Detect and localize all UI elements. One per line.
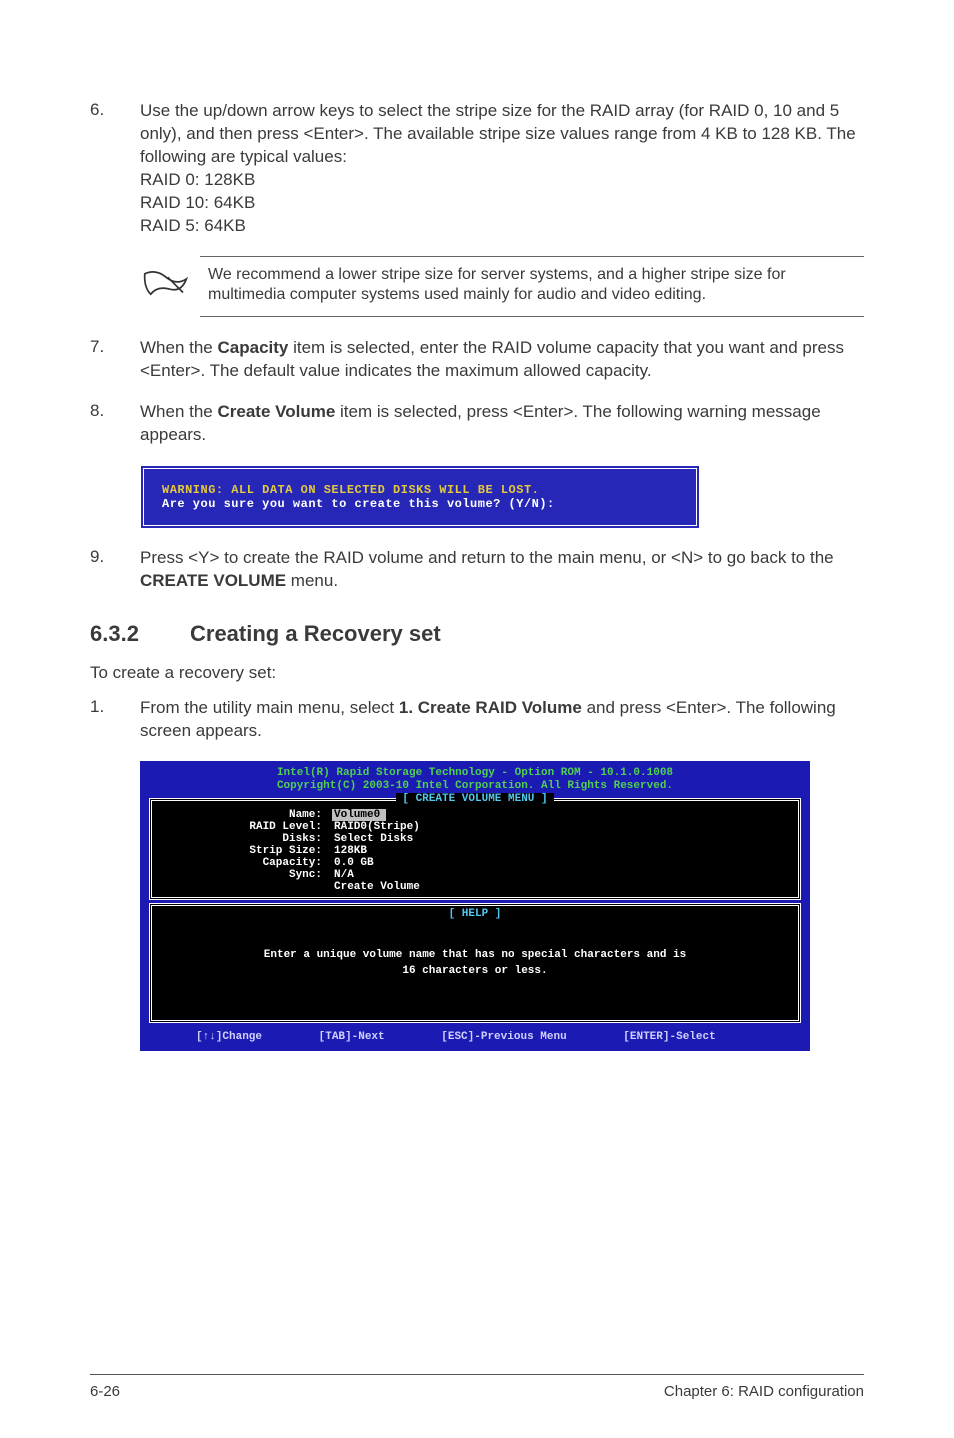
field-value: N/A: [332, 869, 354, 881]
action-label: Create Volume: [332, 881, 420, 893]
box-title: [ CREATE VOLUME MENU ]: [162, 793, 788, 805]
step-8: 8. When the Create Volume item is select…: [90, 401, 864, 447]
field-row: Name: Volume0: [162, 809, 788, 821]
step-body: Press <Y> to create the RAID volume and …: [140, 547, 864, 593]
step-9: 9. Press <Y> to create the RAID volume a…: [90, 547, 864, 593]
bios-title-line: Intel(R) Rapid Storage Technology - Opti…: [146, 767, 804, 781]
step-number: 7.: [90, 337, 140, 383]
field-value: 0.0 GB: [332, 857, 374, 869]
field-value: 128KB: [332, 845, 367, 857]
step-sub: RAID 5: 64KB: [140, 215, 864, 238]
step-body: When the Capacity item is selected, ente…: [140, 337, 864, 383]
field-value: RAID0(Stripe): [332, 821, 420, 833]
bios-footer: [↑↓]Change [TAB]-Next [ESC]-Previous Men…: [146, 1026, 804, 1045]
warning-dialog: WARNING: ALL DATA ON SELECTED DISKS WILL…: [140, 465, 864, 529]
field-row: Sync: N/A: [162, 869, 788, 881]
step-7: 7. When the Capacity item is selected, e…: [90, 337, 864, 383]
step-number: 8.: [90, 401, 140, 447]
page-footer: 6-26 Chapter 6: RAID configuration: [90, 1374, 864, 1400]
key-hint: [↑↓]Change: [196, 1031, 262, 1043]
help-text: Enter a unique volume name that has no s…: [162, 948, 788, 979]
warning-line: WARNING: ALL DATA ON SELECTED DISKS WILL…: [162, 483, 678, 497]
field-value: Volume0: [332, 809, 386, 821]
help-line: 16 characters or less.: [162, 964, 788, 979]
field-label: [162, 881, 332, 893]
key-hint: [ESC]-Previous Menu: [441, 1031, 566, 1043]
step-number: 1.: [90, 697, 140, 743]
text-bold: CREATE VOLUME: [140, 571, 286, 590]
text: From the utility main menu, select: [140, 698, 399, 717]
section-number: 6.3.2: [90, 621, 190, 647]
step-1: 1. From the utility main menu, select 1.…: [90, 697, 864, 743]
step-6: 6. Use the up/down arrow keys to select …: [90, 100, 864, 238]
key-hint: [ENTER]-Select: [623, 1031, 715, 1043]
text-bold: Create Volume: [218, 402, 336, 421]
bios-screen: Intel(R) Rapid Storage Technology - Opti…: [140, 761, 810, 1052]
text: menu.: [286, 571, 338, 590]
section-title: Creating a Recovery set: [190, 621, 441, 647]
field-row: Create Volume: [162, 881, 788, 893]
field-label: Strip Size:: [162, 845, 332, 857]
chapter-label: Chapter 6: RAID configuration: [664, 1383, 864, 1400]
step-number: 9.: [90, 547, 140, 593]
step-sub: RAID 0: 128KB: [140, 169, 864, 192]
text-bold: 1. Create RAID Volume: [399, 698, 582, 717]
field-row: Strip Size: 128KB: [162, 845, 788, 857]
box-title: [ HELP ]: [162, 908, 788, 920]
field-row: RAID Level: RAID0(Stripe): [162, 821, 788, 833]
field-label: Capacity:: [162, 857, 332, 869]
note-icon: [140, 267, 200, 306]
step-number: 6.: [90, 100, 140, 238]
text: When the: [140, 402, 218, 421]
note-block: We recommend a lower stripe size for ser…: [140, 256, 864, 318]
text: Press <Y> to create the RAID volume and …: [140, 548, 834, 567]
field-row: Capacity: 0.0 GB: [162, 857, 788, 869]
key-hint: [TAB]-Next: [319, 1031, 385, 1043]
step-text: Use the up/down arrow keys to select the…: [140, 100, 864, 169]
bios-screenshot: Intel(R) Rapid Storage Technology - Opti…: [140, 761, 864, 1052]
dialog-frame: WARNING: ALL DATA ON SELECTED DISKS WILL…: [140, 465, 700, 529]
bios-title-line: Copyright(C) 2003-10 Intel Corporation. …: [146, 780, 804, 794]
step-body: When the Create Volume item is selected,…: [140, 401, 864, 447]
bios-title: Intel(R) Rapid Storage Technology - Opti…: [146, 767, 804, 795]
section-heading: 6.3.2 Creating a Recovery set: [90, 621, 864, 647]
prompt-line: Are you sure you want to create this vol…: [162, 497, 678, 511]
create-volume-box: [ CREATE VOLUME MENU ] Name: Volume0 RAI…: [149, 798, 801, 900]
note-text: We recommend a lower stripe size for ser…: [200, 256, 864, 318]
step-sub: RAID 10: 64KB: [140, 192, 864, 215]
step-body: From the utility main menu, select 1. Cr…: [140, 697, 864, 743]
field-row: Disks: Select Disks: [162, 833, 788, 845]
help-box: [ HELP ] Enter a unique volume name that…: [149, 903, 801, 1023]
page-number: 6-26: [90, 1383, 120, 1400]
text-bold: Capacity: [218, 338, 289, 357]
field-value: Select Disks: [332, 833, 413, 845]
field-label: Disks:: [162, 833, 332, 845]
step-body: Use the up/down arrow keys to select the…: [140, 100, 864, 238]
field-label: Sync:: [162, 869, 332, 881]
help-line: Enter a unique volume name that has no s…: [162, 948, 788, 963]
intro-text: To create a recovery set:: [90, 663, 864, 683]
field-label: RAID Level:: [162, 821, 332, 833]
field-label: Name:: [162, 809, 332, 821]
text: When the: [140, 338, 218, 357]
